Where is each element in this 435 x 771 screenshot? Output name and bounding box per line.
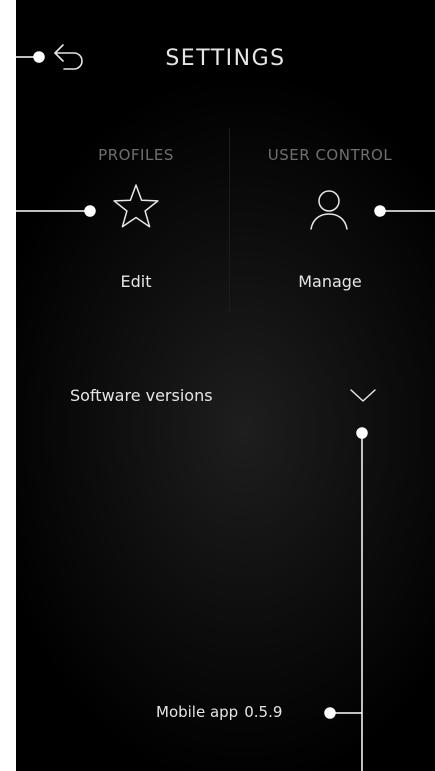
settings-screen: SETTINGS PROFILES USER CONTROL Edit Mana…: [16, 0, 435, 771]
user-control-manage-button[interactable]: [306, 188, 352, 236]
user-icon: [310, 190, 348, 230]
profiles-section-label: PROFILES: [98, 146, 174, 164]
mobile-app-name: Mobile app: [156, 703, 239, 721]
user-control-section-label: USER CONTROL: [267, 146, 393, 164]
profiles-edit-label[interactable]: Edit: [36, 272, 236, 291]
mobile-app-version-row: Mobile app 0.5.9: [156, 703, 282, 721]
software-versions-toggle[interactable]: [348, 384, 378, 406]
mobile-app-version: 0.5.9: [244, 703, 283, 721]
user-control-manage-label[interactable]: Manage: [230, 272, 430, 291]
software-versions-label[interactable]: Software versions: [70, 386, 213, 405]
chevron-down-icon: [350, 389, 376, 402]
star-icon: [113, 184, 159, 228]
profiles-edit-button[interactable]: [111, 182, 161, 236]
page-title: SETTINGS: [165, 46, 286, 71]
